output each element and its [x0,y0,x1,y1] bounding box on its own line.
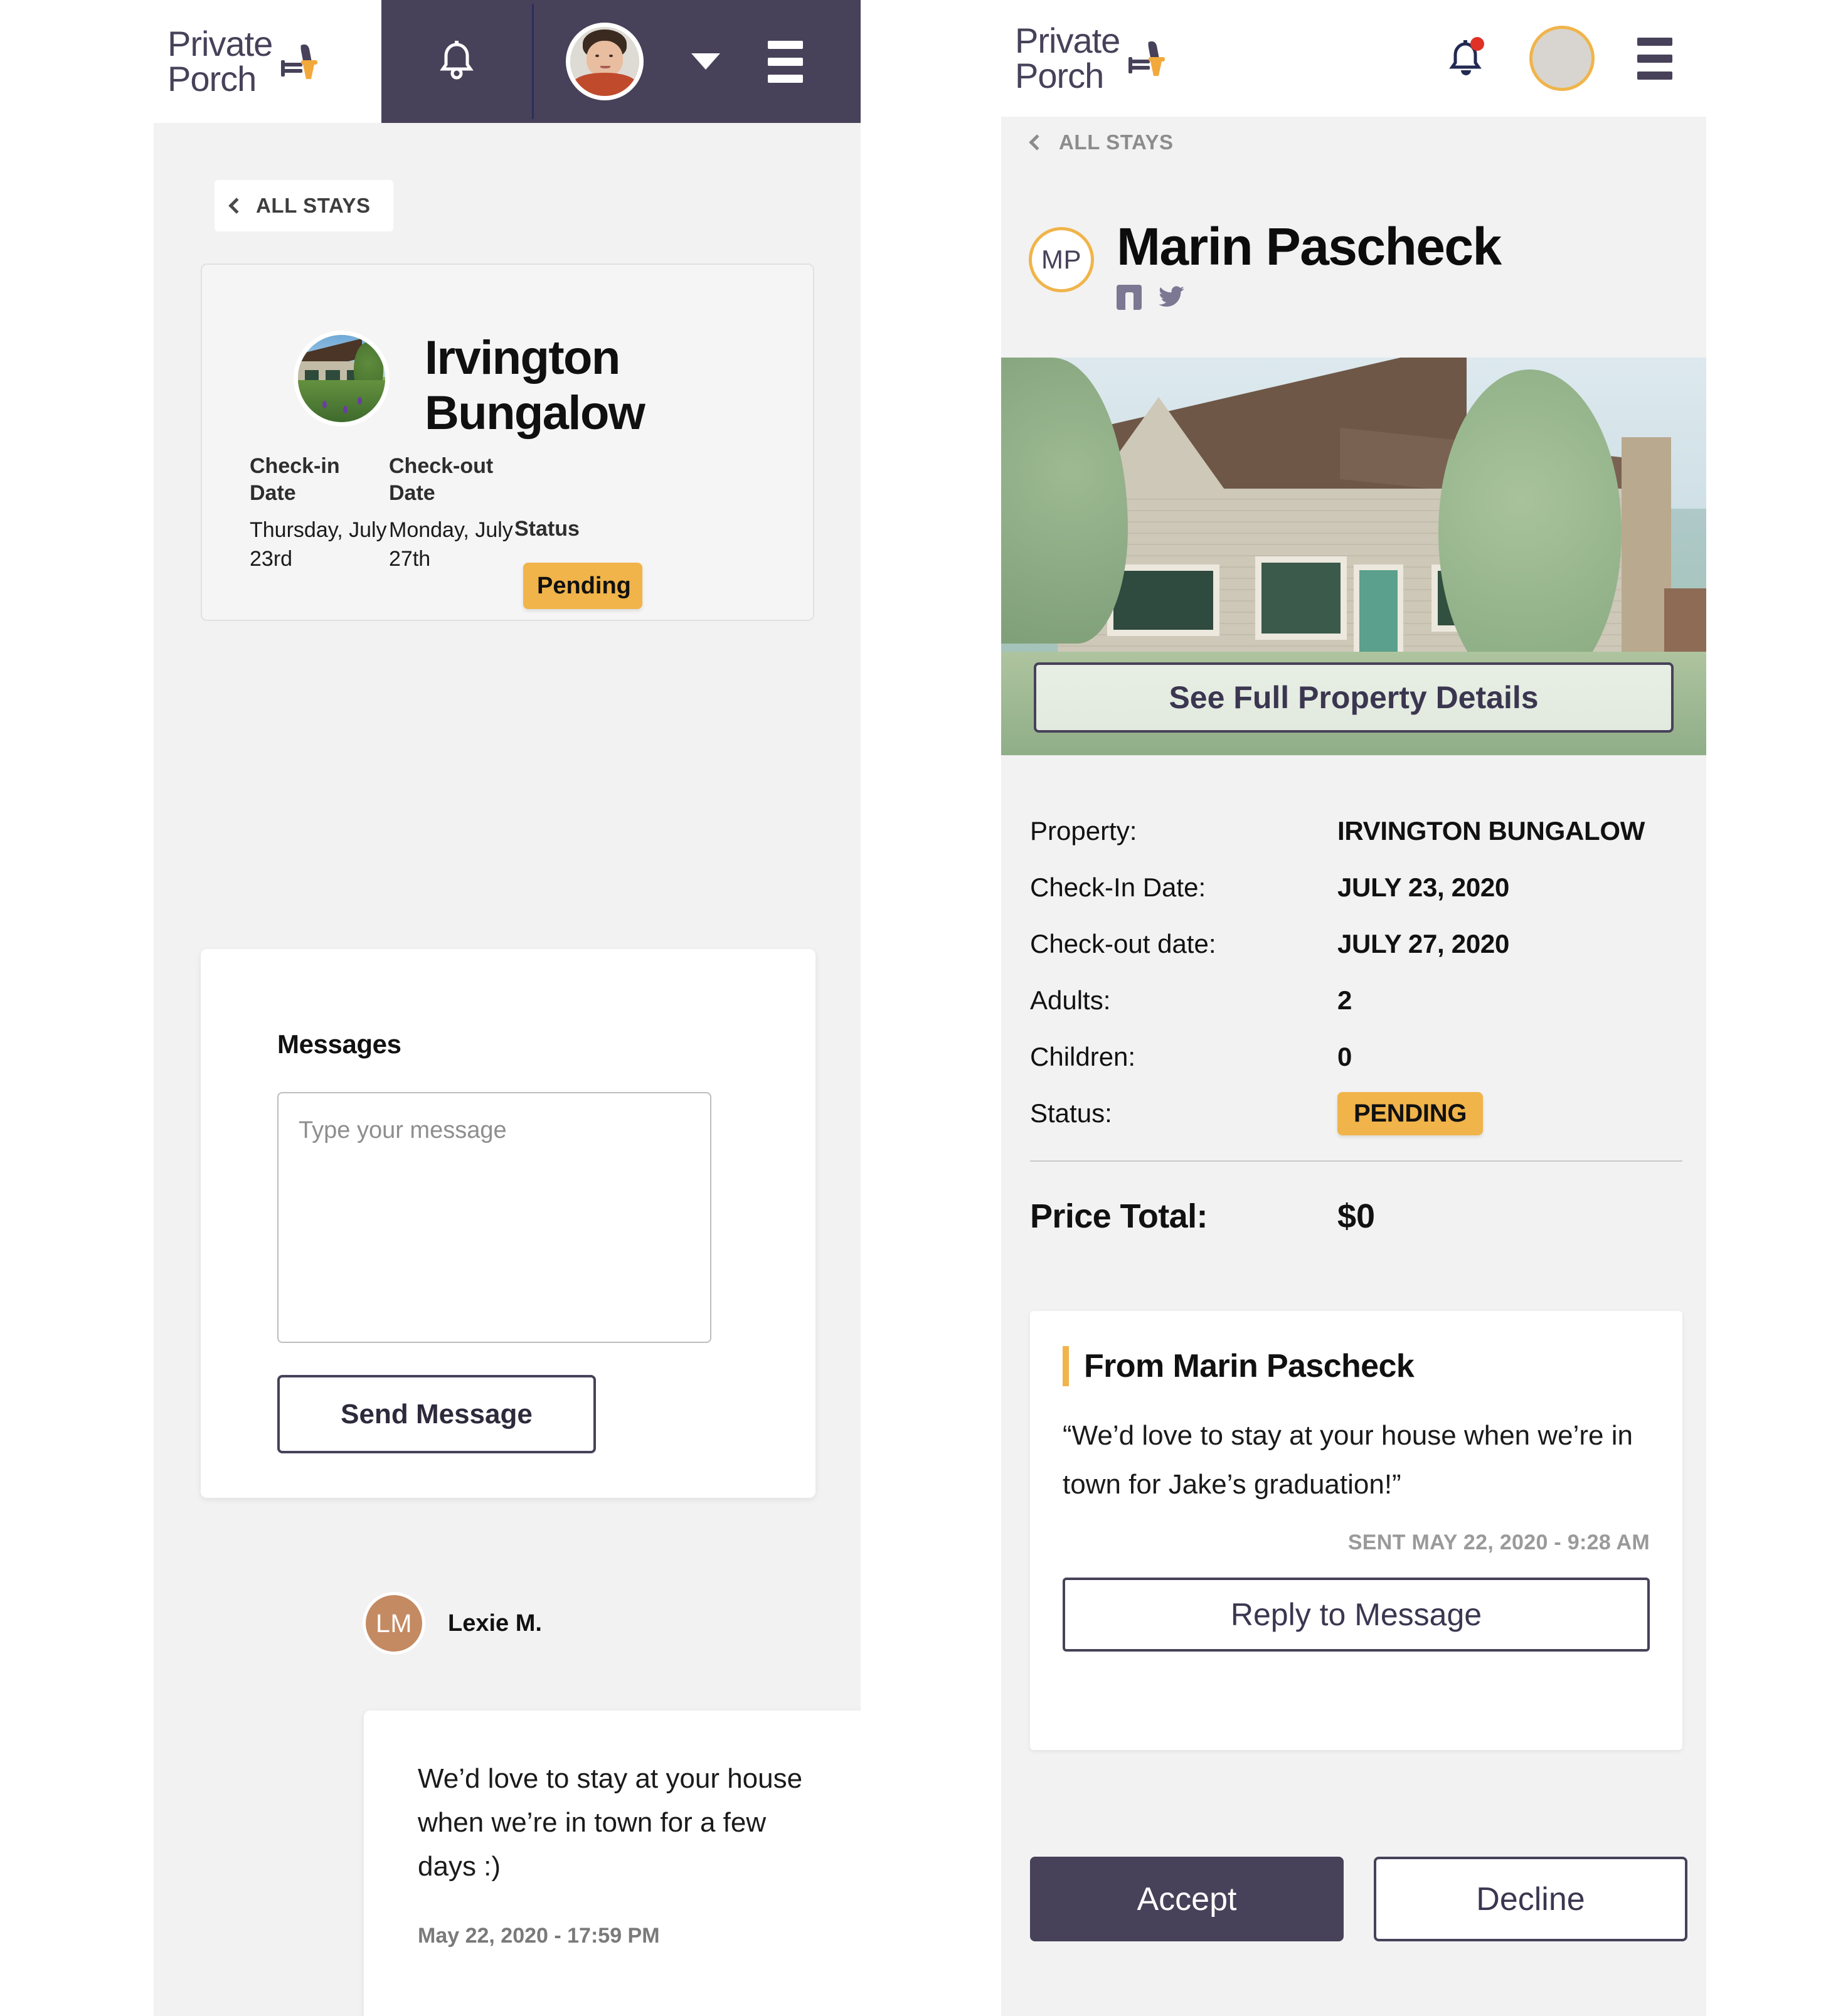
logo-line-1: Private [167,24,273,63]
back-link-label: ALL STAYS [256,194,371,217]
twitter-icon[interactable] [1158,285,1186,309]
detail-row: Check-out date: JULY 27, 2020 [1030,916,1682,972]
detail-row: Property: IRVINGTON BUNGALOW [1030,803,1682,859]
notification-dot [1470,37,1484,51]
detail-label: Status: [1030,1098,1112,1128]
divider [1030,1160,1682,1162]
property-photo: See Full Property Details [1001,358,1706,755]
stay-meta-row: Check-in Date Thursday, July 23rd Check-… [202,453,815,622]
hamburger-menu-icon[interactable] [1637,37,1672,80]
detail-label: Check-In Date: [1030,873,1206,902]
detail-label: Adults: [1030,985,1111,1015]
social-links [1117,285,1501,310]
detail-value: JULY 27, 2020 [1337,929,1510,958]
brand-logo[interactable]: Private Porch [1015,23,1171,93]
brand-logo[interactable]: Private Porch [154,0,381,123]
thread-message-timestamp: May 22, 2020 - 17:59 PM [418,1924,660,1948]
detail-row: Check-In Date: JULY 23, 2020 [1030,859,1682,916]
detail-label: Property: [1030,816,1137,846]
price-total-value: $0 [1337,1197,1376,1235]
thread-message-bubble: We’d love to stay at your house when we’… [364,1711,861,2016]
decision-actions: Accept Decline [1030,1857,1687,1941]
detail-value: 0 [1337,1042,1352,1071]
page-title: Marin Pascheck [1117,217,1502,276]
messages-heading: Messages [277,1029,401,1059]
price-total-row: Price Total: $0 [1030,1197,1682,1236]
reply-to-message-button[interactable]: Reply to Message [1063,1578,1650,1652]
status-badge: Pending [523,563,642,609]
logo-line-2: Porch [167,59,257,98]
message-input[interactable] [277,1092,711,1343]
right-header-actions [1448,26,1672,91]
accent-bar [1063,1346,1069,1386]
left-app-header: Private Porch [154,0,861,123]
decline-button[interactable]: Decline [1374,1857,1687,1941]
detail-row: Children: 0 [1030,1029,1682,1085]
screenshot-stage: Private Porch ALL STAYS Irvington Bungal… [0,0,1848,2016]
adirondack-chair-icon [1123,38,1171,78]
account-menu-group [532,23,861,100]
chevron-left-icon [1029,134,1045,151]
back-to-all-stays-button[interactable]: ALL STAYS [215,180,393,231]
facebook-icon[interactable] [1117,285,1142,310]
right-app-header: Private Porch [1001,0,1706,117]
avatar[interactable] [566,23,644,100]
checkin-value: Thursday, July 23rd [250,518,387,571]
status-column: Status Pending [514,453,642,622]
avatar[interactable] [1529,26,1595,91]
guest-message-card: From Marin Pascheck “We’d love to stay a… [1030,1311,1682,1750]
stay-title: Irvington Bungalow [425,331,645,440]
nav-divider [532,4,534,119]
detail-label: Children: [1030,1042,1136,1071]
adirondack-chair-icon [276,41,324,82]
left-nav-bar [381,0,861,123]
send-message-button[interactable]: Send Message [277,1375,596,1453]
detail-value: IRVINGTON BUNGALOW [1337,816,1645,846]
price-total-label: Price Total: [1030,1197,1208,1235]
checkin-label: Check-in Date [250,454,340,505]
notifications-button[interactable] [381,0,534,123]
thread-message-body: We’d love to stay at your house when we’… [418,1763,803,1882]
status-badge: PENDING [1337,1091,1484,1135]
hamburger-menu-icon[interactable] [768,40,803,83]
chevron-left-icon [228,198,245,214]
right-panel: Private Porch ALL STAYS MP Marin Paschec… [1001,0,1706,2016]
detail-row: Status: PENDING [1030,1085,1682,1142]
detail-value: 2 [1337,985,1352,1015]
checkout-value: Monday, July 27th [389,518,513,571]
guest-message-body: “We’d love to stay at your house when we… [1063,1420,1633,1500]
property-thumbnail[interactable] [294,331,390,427]
guest-message-header: From Marin Pascheck [1063,1346,1650,1386]
back-to-all-stays-button[interactable]: ALL STAYS [1029,130,1174,154]
guest-message-heading: From Marin Pascheck [1084,1348,1415,1384]
left-panel: Private Porch ALL STAYS Irvington Bungal… [154,0,861,2016]
checkout-label: Check-out Date [389,454,494,505]
guest-message-timestamp: SENT MAY 22, 2020 - 9:28 AM [1347,1531,1650,1554]
avatar: LM [363,1592,425,1655]
accept-button[interactable]: Accept [1030,1857,1344,1941]
checkout-column: Check-out Date Monday, July 27th [389,453,514,622]
chevron-down-icon[interactable] [691,53,720,70]
avatar: MP [1029,227,1094,292]
thread-sender-name: Lexie M. [448,1610,542,1637]
messages-card: Messages Send Message [201,949,815,1498]
back-link-label: ALL STAYS [1059,130,1174,154]
detail-row: Adults: 2 [1030,972,1682,1029]
guest-header: MP Marin Pascheck [1029,217,1502,310]
checkin-column: Check-in Date Thursday, July 23rd [250,453,389,622]
see-full-property-details-button[interactable]: See Full Property Details [1034,662,1674,733]
logo-line-1: Private [1015,21,1120,60]
notifications-button[interactable] [1448,35,1487,82]
stay-summary-card: Irvington Bungalow Check-in Date Thursda… [201,263,814,621]
thread-sender-row: LM Lexie M. [363,1592,542,1655]
booking-details-list: Property: IRVINGTON BUNGALOW Check-In Da… [1030,803,1682,1236]
detail-label: Check-out date: [1030,929,1216,958]
status-label: Status [514,517,580,541]
logo-line-2: Porch [1015,56,1104,95]
bell-icon [437,40,476,83]
detail-value: JULY 23, 2020 [1337,873,1510,902]
